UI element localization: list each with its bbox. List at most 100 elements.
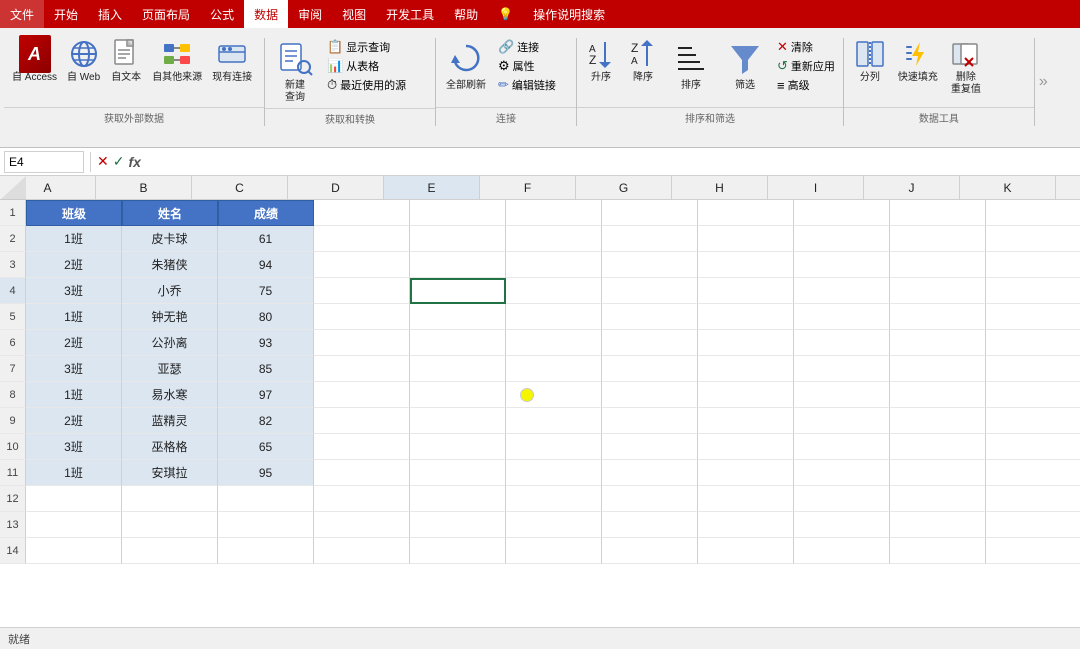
cell-h13[interactable] <box>698 512 794 538</box>
cell-i1[interactable] <box>794 200 890 226</box>
cell-g2[interactable] <box>602 226 698 252</box>
menu-home[interactable]: 开始 <box>44 0 88 28</box>
cell-c10[interactable]: 65 <box>218 434 314 460</box>
text-button[interactable]: 自文本 <box>106 36 146 86</box>
cell-c12[interactable] <box>218 486 314 512</box>
cell-c3[interactable]: 94 <box>218 252 314 278</box>
cell-c11[interactable]: 95 <box>218 460 314 486</box>
cell-a13[interactable] <box>26 512 122 538</box>
cell-b1[interactable]: 姓名 <box>122 200 218 226</box>
cell-h14[interactable] <box>698 538 794 564</box>
row-num-9[interactable]: 9 <box>0 408 26 434</box>
web-button[interactable]: 自 Web <box>63 36 104 86</box>
row-num-2[interactable]: 2 <box>0 226 26 252</box>
cell-h5[interactable] <box>698 304 794 330</box>
other-sources-button[interactable]: 自其他来源 <box>148 36 206 86</box>
cell-f2[interactable] <box>506 226 602 252</box>
cell-f8[interactable] <box>506 382 602 408</box>
cell-d1[interactable] <box>314 200 410 226</box>
cell-c4[interactable]: 75 <box>218 278 314 304</box>
cell-b10[interactable]: 巫格格 <box>122 434 218 460</box>
cell-j2[interactable] <box>890 226 986 252</box>
cell-j9[interactable] <box>890 408 986 434</box>
cell-e1[interactable] <box>410 200 506 226</box>
cell-j13[interactable] <box>890 512 986 538</box>
cell-b11[interactable]: 安琪拉 <box>122 460 218 486</box>
col-header-b[interactable]: B <box>96 176 192 199</box>
cell-j6[interactable] <box>890 330 986 356</box>
cell-d13[interactable] <box>314 512 410 538</box>
col-header-e[interactable]: E <box>384 176 480 199</box>
row-num-13[interactable]: 13 <box>0 512 26 538</box>
cell-g13[interactable] <box>602 512 698 538</box>
cell-j12[interactable] <box>890 486 986 512</box>
cell-g10[interactable] <box>602 434 698 460</box>
cell-e3[interactable] <box>410 252 506 278</box>
cell-b3[interactable]: 朱猪侠 <box>122 252 218 278</box>
cell-g12[interactable] <box>602 486 698 512</box>
cell-d10[interactable] <box>314 434 410 460</box>
cell-a2[interactable]: 1班 <box>26 226 122 252</box>
cell-d5[interactable] <box>314 304 410 330</box>
cell-d7[interactable] <box>314 356 410 382</box>
cell-h8[interactable] <box>698 382 794 408</box>
cell-g5[interactable] <box>602 304 698 330</box>
cell-j3[interactable] <box>890 252 986 278</box>
cell-f6[interactable] <box>506 330 602 356</box>
cell-i8[interactable] <box>794 382 890 408</box>
sort-za-button[interactable]: ZA 降序 <box>623 36 663 86</box>
cell-g7[interactable] <box>602 356 698 382</box>
cell-f3[interactable] <box>506 252 602 278</box>
cell-g11[interactable] <box>602 460 698 486</box>
connections-button[interactable]: 🔗 连接 <box>494 38 560 56</box>
cell-j4[interactable] <box>890 278 986 304</box>
cell-e8[interactable] <box>410 382 506 408</box>
cell-d6[interactable] <box>314 330 410 356</box>
menu-data[interactable]: 数据 <box>244 0 288 28</box>
cell-h9[interactable] <box>698 408 794 434</box>
cell-d8[interactable] <box>314 382 410 408</box>
cell-f10[interactable] <box>506 434 602 460</box>
cell-h11[interactable] <box>698 460 794 486</box>
row-num-12[interactable]: 12 <box>0 486 26 512</box>
cell-c1[interactable]: 成绩 <box>218 200 314 226</box>
cell-e14[interactable] <box>410 538 506 564</box>
cell-e11[interactable] <box>410 460 506 486</box>
remove-dup-button[interactable]: 删除 重复值 <box>944 36 988 98</box>
cell-e6[interactable] <box>410 330 506 356</box>
advanced-button[interactable]: ≡ 高级 <box>773 76 839 94</box>
cell-f7[interactable] <box>506 356 602 382</box>
cell-d2[interactable] <box>314 226 410 252</box>
cell-i4[interactable] <box>794 278 890 304</box>
cell-g4[interactable] <box>602 278 698 304</box>
cell-i10[interactable] <box>794 434 890 460</box>
cell-a3[interactable]: 2班 <box>26 252 122 278</box>
menu-insert[interactable]: 插入 <box>88 0 132 28</box>
cell-g1[interactable] <box>602 200 698 226</box>
cell-b6[interactable]: 公孙离 <box>122 330 218 356</box>
cell-c2[interactable]: 61 <box>218 226 314 252</box>
cell-b5[interactable]: 钟无艳 <box>122 304 218 330</box>
row-num-4[interactable]: 4 <box>0 278 26 304</box>
cell-k13[interactable] <box>986 512 1080 538</box>
cell-j8[interactable] <box>890 382 986 408</box>
row-num-3[interactable]: 3 <box>0 252 26 278</box>
cell-g9[interactable] <box>602 408 698 434</box>
new-query-button[interactable]: 新建 查询 <box>269 36 321 106</box>
cell-g8[interactable] <box>602 382 698 408</box>
cell-k2[interactable] <box>986 226 1080 252</box>
show-query-button[interactable]: 📋 显示查询 <box>323 38 410 56</box>
cell-a11[interactable]: 1班 <box>26 460 122 486</box>
cell-e5[interactable] <box>410 304 506 330</box>
sort-az-button[interactable]: AZ 升序 <box>581 36 621 86</box>
cell-e4[interactable] <box>410 278 506 304</box>
flash-fill-button[interactable]: 快速填充 <box>894 36 942 86</box>
cell-f14[interactable] <box>506 538 602 564</box>
cell-k4[interactable] <box>986 278 1080 304</box>
cell-c6[interactable]: 93 <box>218 330 314 356</box>
cell-j11[interactable] <box>890 460 986 486</box>
cell-f12[interactable] <box>506 486 602 512</box>
cell-k12[interactable] <box>986 486 1080 512</box>
cell-h3[interactable] <box>698 252 794 278</box>
cell-j1[interactable] <box>890 200 986 226</box>
